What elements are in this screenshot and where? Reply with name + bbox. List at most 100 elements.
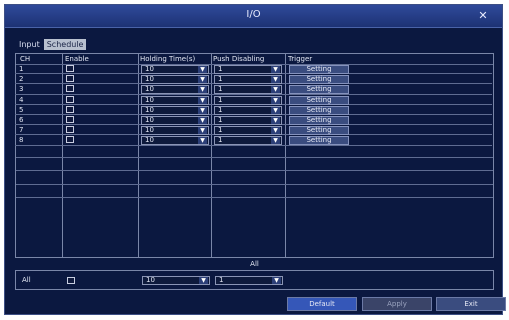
all-row: All 10 ▼ 1 ▼ [15,270,494,290]
window-title: I/O [246,9,261,20]
tab-bar: Input Schedule [16,32,87,50]
push-disabling-value: 1 [218,65,223,73]
all-push-disabling-select[interactable]: 1 ▼ [215,276,283,285]
trigger-setting-button[interactable]: Setting [289,116,349,125]
all-holding-time-select[interactable]: 10 ▼ [142,276,210,285]
header-trigger: Trigger [288,55,313,63]
trigger-setting-button[interactable]: Setting [289,95,349,105]
trigger-setting-button[interactable]: Setting [289,105,349,115]
tab-schedule[interactable]: Schedule [43,39,87,50]
table-row: 3 10 ▼ 1 ▼ Setting [15,84,494,95]
holding-time-select[interactable]: 10 ▼ [141,95,209,105]
holding-time-value: 10 [145,126,154,135]
table-row: 5 10 ▼ 1 ▼ Setting [15,105,494,115]
chevron-down-icon: ▼ [271,137,280,145]
all-section-label: All [250,260,259,268]
holding-time-value: 10 [145,65,154,73]
push-disabling-value: 1 [218,136,223,145]
holding-time-value: 10 [145,85,154,94]
holding-time-value: 10 [145,75,154,84]
all-ch: All [22,276,31,284]
chevron-down-icon: ▼ [271,96,280,104]
chevron-down-icon: ▼ [271,106,280,114]
table-row: 4 10 ▼ 1 ▼ Setting [15,95,494,105]
trigger-setting-button[interactable]: Setting [289,136,349,146]
holding-time-select[interactable]: 10 ▼ [141,75,209,85]
push-disabling-select[interactable]: 1 ▼ [214,116,282,125]
exit-button[interactable]: Exit [436,297,506,311]
table-row: 8 10 ▼ 1 ▼ Setting [15,135,494,146]
channel-number: 6 [19,116,24,124]
all-holding-time-value: 10 [146,276,155,284]
holding-time-select[interactable]: 10 ▼ [141,105,209,115]
all-enable-checkbox[interactable] [67,277,75,284]
enable-checkbox[interactable] [66,95,74,103]
enable-checkbox[interactable] [66,136,74,144]
push-disabling-value: 1 [218,95,223,104]
tab-input[interactable]: Input [16,39,43,50]
enable-checkbox[interactable] [66,126,74,134]
chevron-down-icon: ▼ [271,66,280,73]
enable-checkbox[interactable] [66,75,74,83]
table-row: 1 10 ▼ 1 ▼ Setting [15,64,494,75]
holding-time-select[interactable]: 10 ▼ [141,136,209,146]
holding-time-select[interactable]: 10 ▼ [141,116,209,125]
push-disabling-select[interactable]: 1 ▼ [214,105,282,115]
channel-number: 7 [19,126,24,135]
chevron-down-icon: ▼ [198,117,207,124]
row-divider [16,157,493,158]
chevron-down-icon: ▼ [198,106,207,114]
chevron-down-icon: ▼ [272,277,281,284]
chevron-down-icon: ▼ [271,76,280,84]
push-disabling-select[interactable]: 1 ▼ [214,75,282,85]
enable-checkbox[interactable] [66,85,74,93]
chevron-down-icon: ▼ [198,96,207,104]
push-disabling-value: 1 [218,105,223,114]
header-holding-time: Holding Time(s) [140,55,196,63]
push-disabling-value: 1 [218,126,223,135]
chevron-down-icon: ▼ [271,86,280,94]
push-disabling-select[interactable]: 1 ▼ [214,126,282,136]
chevron-down-icon: ▼ [198,137,207,145]
push-disabling-select[interactable]: 1 ▼ [214,65,282,74]
row-divider [16,184,493,185]
holding-time-select[interactable]: 10 ▼ [141,85,209,95]
chevron-down-icon: ▼ [271,127,280,135]
trigger-setting-button[interactable]: Setting [289,65,349,74]
push-disabling-value: 1 [218,85,223,94]
channel-number: 2 [19,75,24,84]
holding-time-select[interactable]: 10 ▼ [141,65,209,74]
chevron-down-icon: ▼ [198,66,207,73]
enable-checkbox[interactable] [66,105,74,113]
header-push-disabling: Push Disabling [213,55,265,63]
chevron-down-icon: ▼ [199,277,208,284]
channel-number: 1 [19,65,24,73]
title-bar: I/O ✕ [5,5,502,28]
holding-time-value: 10 [145,105,154,114]
table-row: 7 10 ▼ 1 ▼ Setting [15,125,494,136]
trigger-setting-button[interactable]: Setting [289,126,349,136]
holding-time-value: 10 [145,136,154,145]
row-divider [16,170,493,171]
push-disabling-value: 1 [218,116,223,124]
default-button[interactable]: Default [287,297,357,311]
chevron-down-icon: ▼ [198,76,207,84]
trigger-setting-button[interactable]: Setting [289,75,349,85]
push-disabling-select[interactable]: 1 ▼ [214,136,282,146]
push-disabling-select[interactable]: 1 ▼ [214,85,282,95]
chevron-down-icon: ▼ [198,86,207,94]
enable-checkbox[interactable] [66,65,74,72]
enable-checkbox[interactable] [66,116,74,123]
channel-number: 5 [19,105,24,114]
table-row: 2 10 ▼ 1 ▼ Setting [15,74,494,85]
push-disabling-select[interactable]: 1 ▼ [214,95,282,105]
all-push-disabling-value: 1 [219,276,224,284]
holding-time-select[interactable]: 10 ▼ [141,126,209,136]
channel-number: 3 [19,85,24,94]
header-ch: CH [20,55,31,63]
trigger-setting-button[interactable]: Setting [289,85,349,95]
close-icon[interactable]: ✕ [476,10,490,21]
channel-number: 8 [19,136,24,145]
holding-time-value: 10 [145,95,154,104]
apply-button[interactable]: Apply [362,297,432,311]
